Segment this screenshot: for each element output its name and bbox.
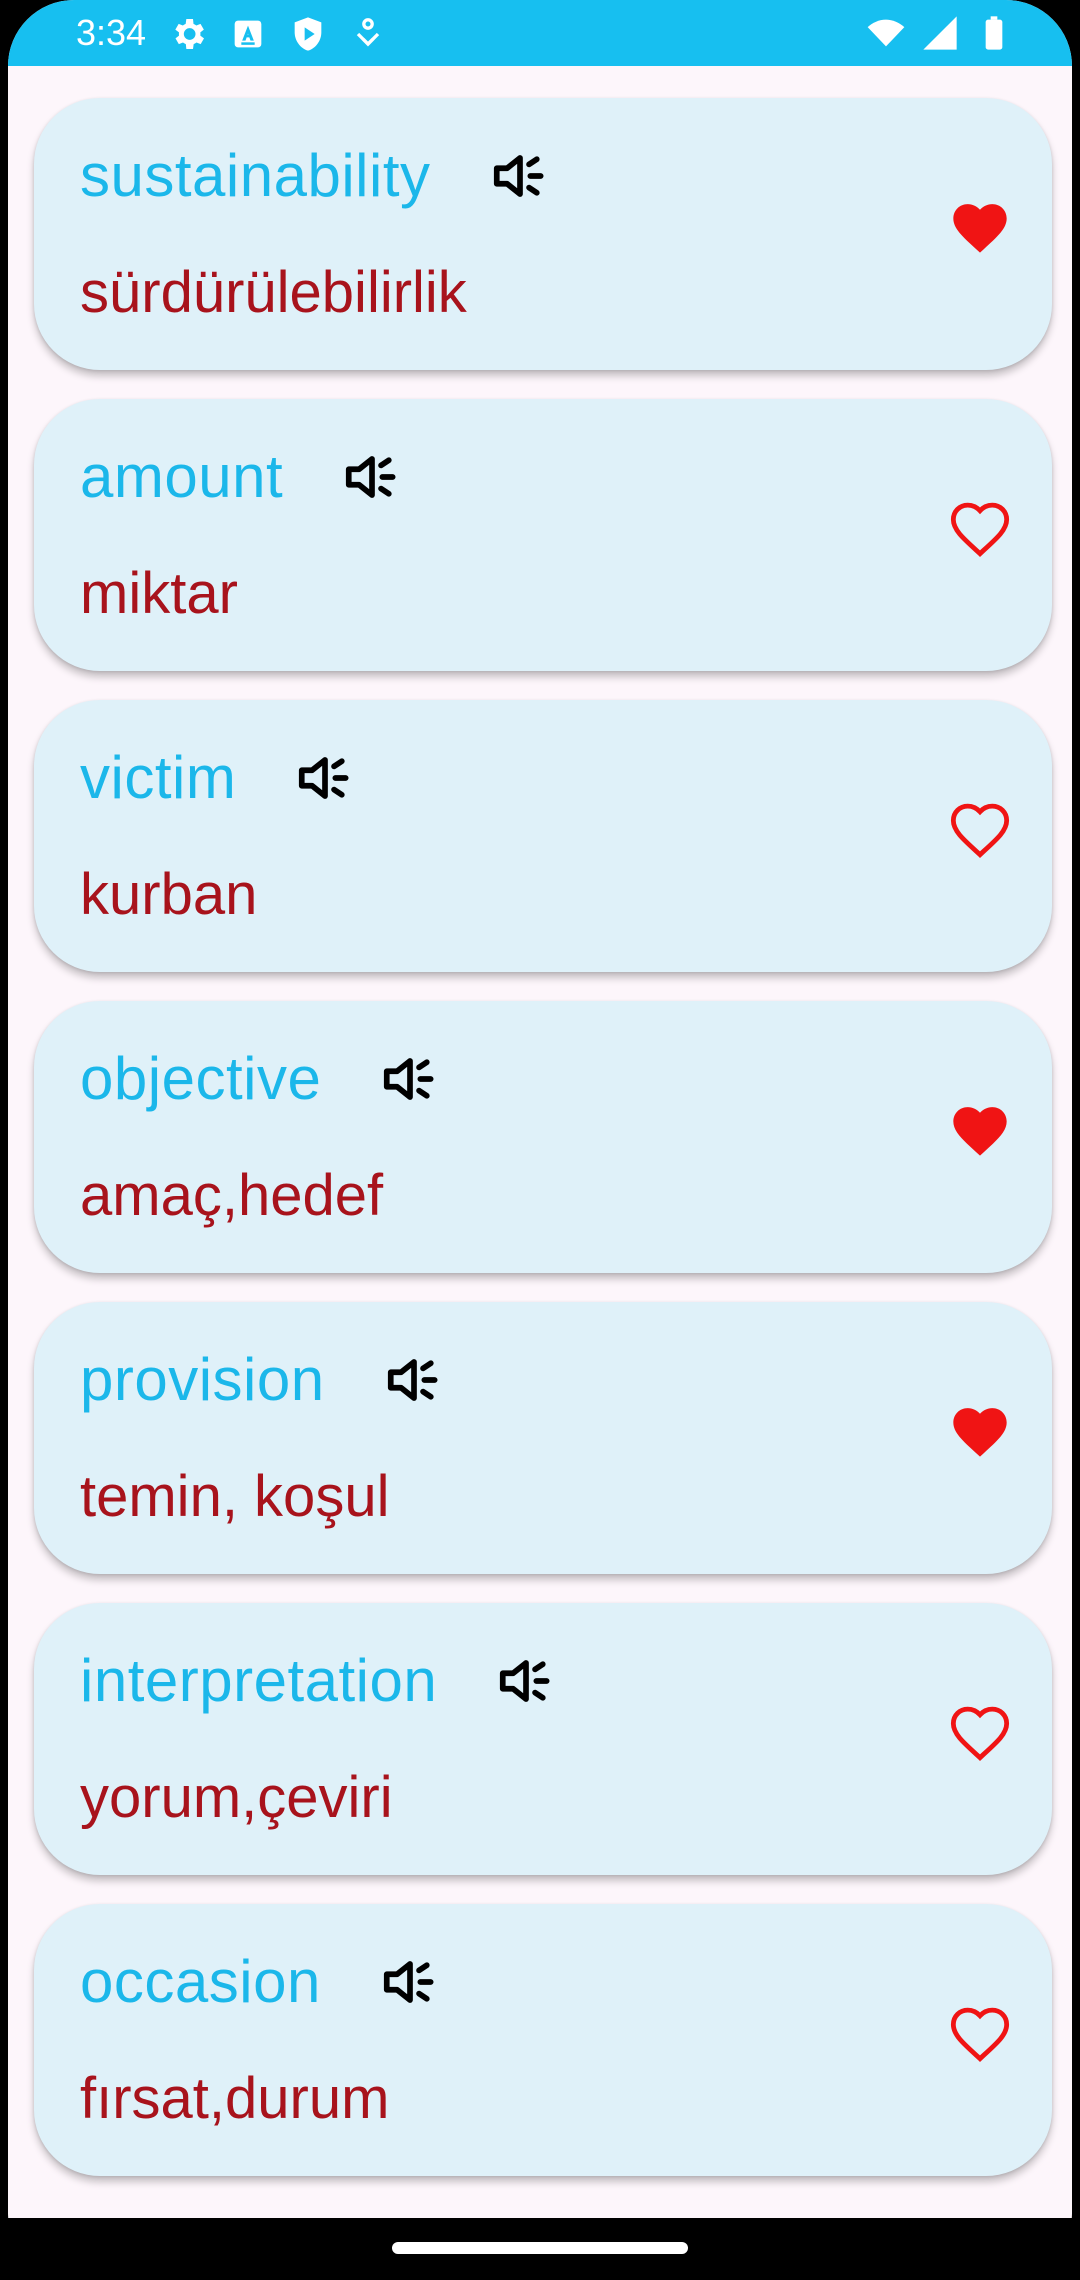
word-card[interactable]: objective amaç,hedef	[34, 1001, 1052, 1273]
word-row: sustainability	[80, 140, 551, 212]
english-word: objective	[80, 1045, 322, 1112]
word-card[interactable]: provision temin, koşul	[34, 1302, 1052, 1574]
english-word: victim	[80, 744, 237, 811]
heart-filled-icon[interactable]	[948, 1402, 1012, 1466]
turkish-translation: yorum,çeviri	[80, 1765, 393, 1830]
system-icons	[866, 13, 1014, 53]
heart-outline-icon[interactable]	[948, 499, 1012, 563]
word-card[interactable]: interpretation yorum,çeviri	[34, 1603, 1052, 1875]
heart-outline-icon[interactable]	[948, 1703, 1012, 1767]
shield-play-icon	[294, 17, 322, 51]
font-a-icon	[234, 20, 262, 48]
word-row: victim	[80, 742, 356, 814]
speaker-icon[interactable]	[495, 1650, 557, 1712]
english-word: occasion	[80, 1948, 321, 2015]
word-row: interpretation	[80, 1645, 557, 1717]
word-card[interactable]: amount miktar	[34, 399, 1052, 671]
turkish-translation: temin, koşul	[80, 1464, 390, 1529]
english-word: provision	[80, 1346, 325, 1413]
status-time: 3:34	[76, 12, 147, 53]
turkish-translation: kurban	[80, 862, 258, 927]
speaker-icon[interactable]	[294, 747, 356, 809]
turkish-translation: sürdürülebilirlik	[80, 260, 467, 325]
word-row: occasion	[80, 1946, 441, 2018]
status-bar: 3:34	[8, 0, 1072, 66]
app-screen: 3:34 sustainability sürdürülebilirlik am…	[8, 0, 1072, 2280]
signal-icon	[923, 16, 957, 50]
home-gesture-handle[interactable]	[392, 2242, 688, 2254]
turkish-translation: miktar	[80, 561, 238, 626]
turkish-translation: amaç,hedef	[80, 1163, 384, 1228]
speaker-icon[interactable]	[383, 1349, 445, 1411]
speaker-icon[interactable]	[379, 1048, 441, 1110]
wifi-icon	[867, 19, 905, 47]
heart-filled-icon[interactable]	[948, 1101, 1012, 1165]
notification-icons	[168, 14, 388, 54]
word-card[interactable]: victim kurban	[34, 700, 1052, 972]
heart-outline-icon[interactable]	[948, 2004, 1012, 2068]
english-word: sustainability	[80, 142, 431, 209]
word-card[interactable]: sustainability sürdürülebilirlik	[34, 98, 1052, 370]
battery-icon	[985, 16, 1003, 50]
speaker-icon[interactable]	[341, 446, 403, 508]
speaker-icon[interactable]	[489, 145, 551, 207]
heart-filled-icon[interactable]	[948, 198, 1012, 262]
english-word: amount	[80, 443, 284, 510]
heart-outline-icon[interactable]	[948, 800, 1012, 864]
word-row: objective	[80, 1043, 441, 1115]
download-icon	[356, 18, 380, 47]
turkish-translation: fırsat,durum	[80, 2066, 390, 2131]
gear-icon	[175, 19, 204, 49]
english-word: interpretation	[80, 1647, 438, 1714]
speaker-icon[interactable]	[379, 1951, 441, 2013]
word-row: amount	[80, 441, 403, 513]
word-card[interactable]: occasion fırsat,durum	[34, 1904, 1052, 2176]
word-row: provision	[80, 1344, 445, 1416]
